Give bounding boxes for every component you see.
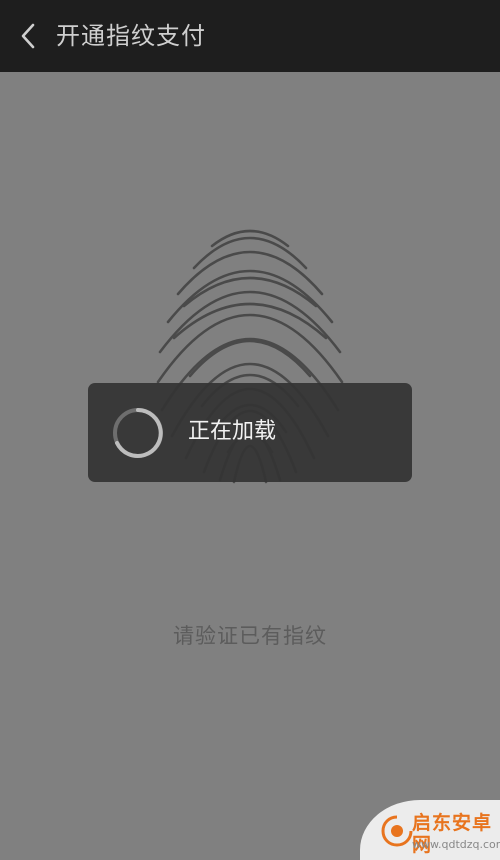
site-watermark: 启东安卓网 www.qdtdzq.com: [360, 800, 500, 860]
loading-dialog: 正在加载: [88, 383, 412, 482]
page-title: 开通指纹支付: [56, 22, 206, 50]
fingerprint-instruction: 请验证已有指纹: [173, 624, 327, 648]
top-app-bar: 开通指纹支付: [0, 0, 500, 72]
loading-text: 正在加载: [188, 419, 277, 444]
chevron-left-icon: [21, 23, 35, 49]
watermark-url: www.qdtdzq.com: [412, 838, 500, 851]
spinner-icon: [113, 408, 163, 458]
back-button[interactable]: [8, 16, 48, 56]
site-logo-icon: [381, 815, 413, 847]
